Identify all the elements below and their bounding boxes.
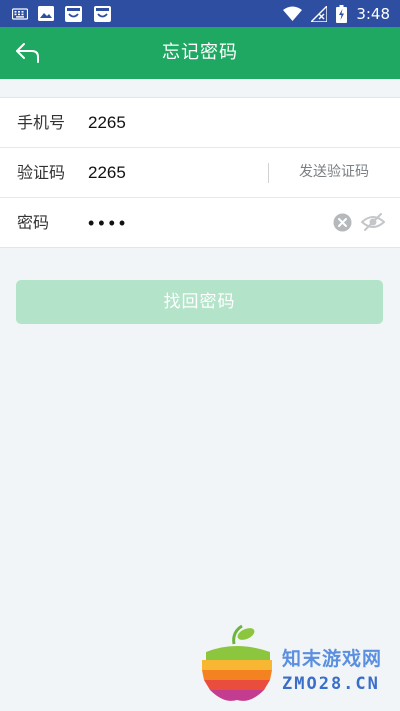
no-signal-icon	[311, 5, 328, 22]
watermark: 知末游戏网 ZMO28.CN	[198, 622, 398, 708]
battery-charging-icon	[336, 4, 348, 23]
shopping-bag-icon	[65, 6, 82, 22]
eye-off-icon[interactable]	[361, 211, 385, 233]
watermark-en: ZMO28.CN	[282, 674, 380, 694]
keyboard-icon	[12, 7, 28, 20]
code-input[interactable]	[88, 158, 258, 188]
page-title: 忘记密码	[162, 42, 238, 63]
code-label: 验证码	[17, 163, 66, 182]
password-row: 密码	[0, 198, 400, 247]
clear-icon[interactable]	[333, 213, 352, 232]
status-time: 3:48	[356, 4, 390, 23]
wifi-icon	[283, 6, 303, 21]
phone-label: 手机号	[17, 113, 66, 132]
image-icon	[38, 6, 54, 21]
code-row: 验证码 发送验证码	[0, 148, 400, 198]
phone-row: 手机号	[0, 98, 400, 148]
password-input[interactable]	[88, 208, 288, 238]
phone-input[interactable]	[88, 108, 258, 138]
app-bar: 忘记密码	[0, 27, 400, 79]
status-bar-notifications	[12, 4, 112, 23]
forgot-password-form: 手机号 验证码 发送验证码 密码	[0, 97, 400, 248]
password-label: 密码	[17, 213, 50, 232]
send-code-button[interactable]: 发送验证码	[284, 148, 384, 197]
status-bar: 3:48	[0, 0, 400, 27]
watermark-cn: 知末游戏网	[282, 648, 383, 670]
recover-password-button[interactable]: 找回密码	[16, 280, 383, 324]
divider	[268, 163, 269, 183]
shopping-bag-icon	[94, 6, 111, 22]
watermark-logo	[202, 624, 272, 701]
status-bar-system: 3:48	[283, 3, 390, 24]
